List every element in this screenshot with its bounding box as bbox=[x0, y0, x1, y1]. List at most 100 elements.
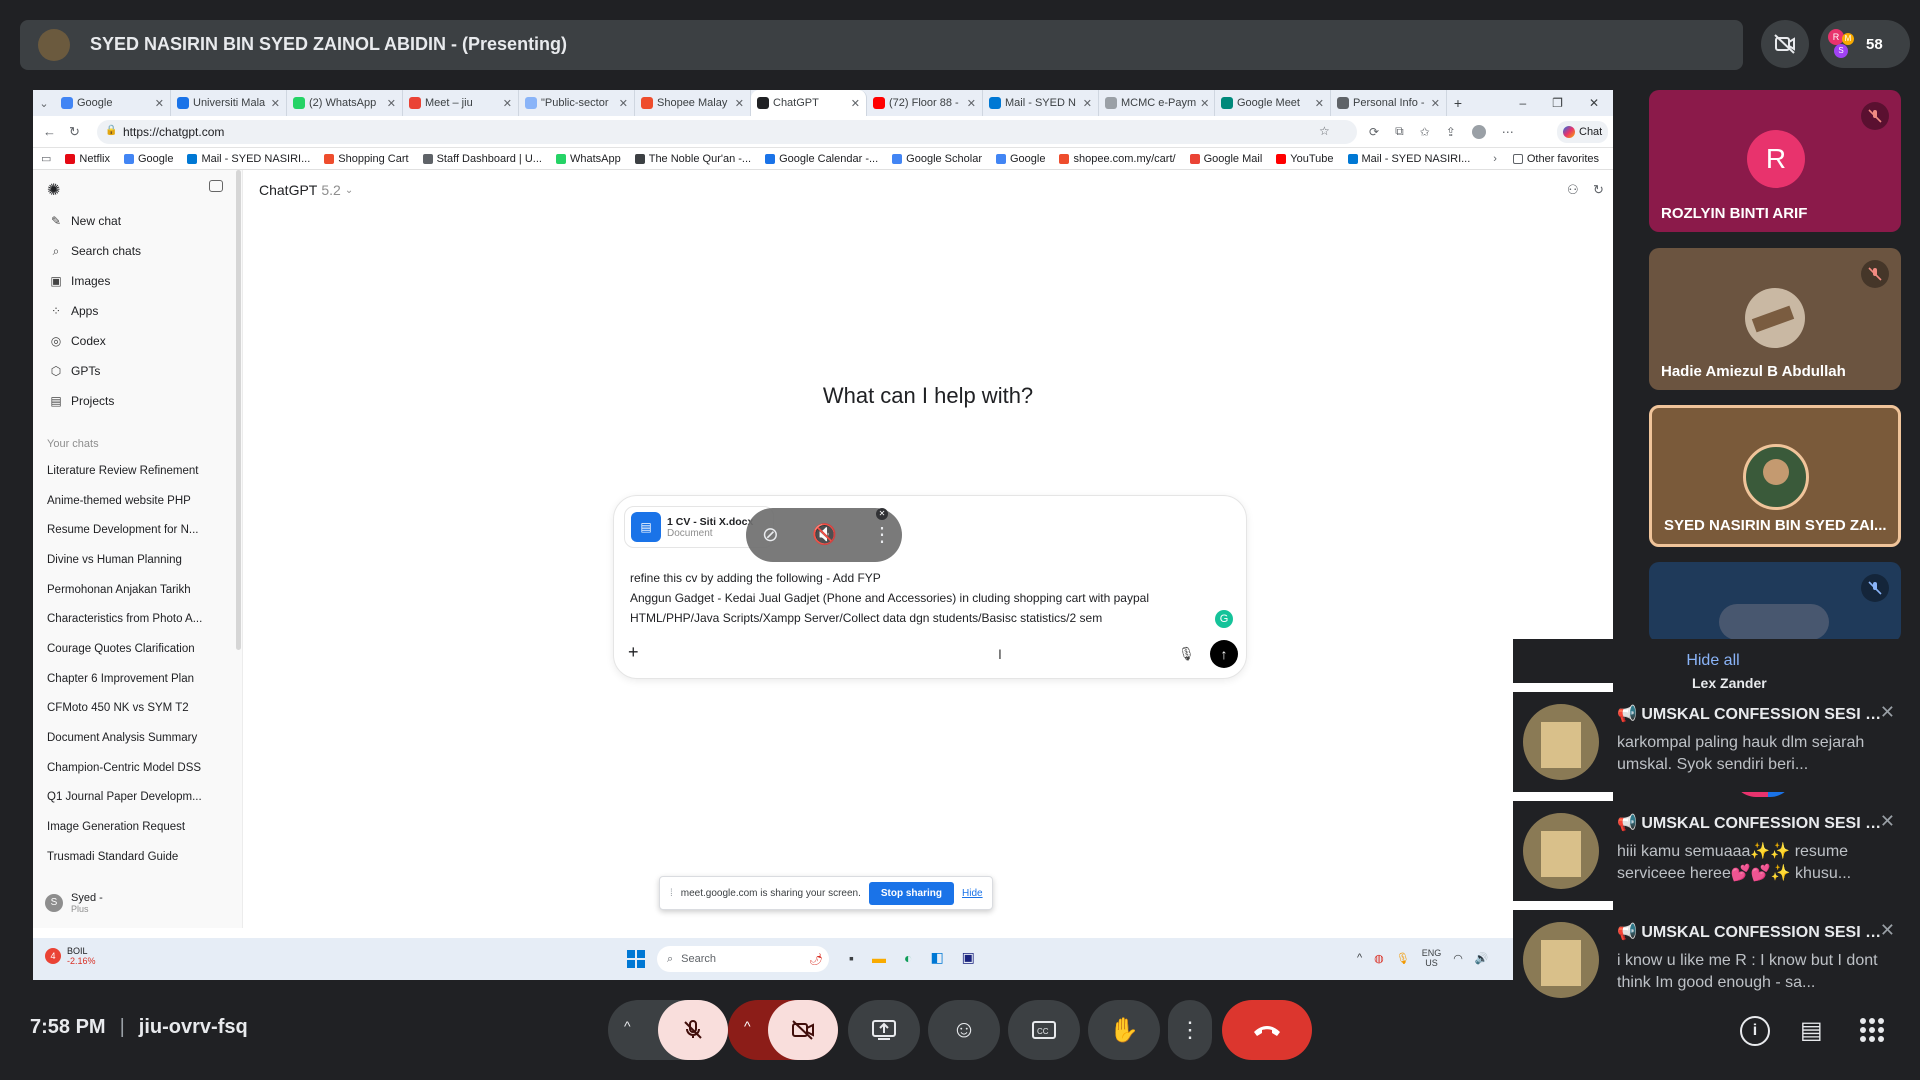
sidebar-nav-item[interactable]: ⬡ GPTs bbox=[33, 356, 233, 386]
browser-tab[interactable]: (2) WhatsApp ✕ bbox=[287, 90, 403, 116]
windows-start-icon[interactable] bbox=[627, 950, 645, 968]
edge-icon[interactable]: ◐ bbox=[904, 950, 912, 966]
app-icon[interactable]: ▣ bbox=[962, 949, 975, 966]
share-icon[interactable]: ⇪ bbox=[1446, 125, 1456, 139]
close-icon[interactable]: ✕ bbox=[1880, 920, 1895, 941]
participant-tile[interactable]: Hadie Amiezul B Abdullah bbox=[1649, 248, 1901, 390]
chat-history-item[interactable]: Permohonan Anjakan Tarikh bbox=[33, 575, 233, 605]
refresh-icon[interactable]: ↻ bbox=[1593, 182, 1604, 198]
chevron-up-icon[interactable]: ^ bbox=[624, 1018, 631, 1034]
bookmark-item[interactable]: Netflix bbox=[65, 153, 110, 165]
browser-tab[interactable]: Meet – jiu ✕ bbox=[403, 90, 519, 116]
grammarly-icon[interactable]: G bbox=[1215, 610, 1233, 628]
meeting-details-icon[interactable]: i bbox=[1740, 1016, 1770, 1046]
more-icon[interactable]: ⋯ bbox=[1502, 125, 1514, 139]
browser-tab[interactable]: Google Meet ✕ bbox=[1215, 90, 1331, 116]
bookmark-item[interactable]: Mail - SYED NASIRI... bbox=[187, 153, 310, 165]
close-tab-icon[interactable]: ✕ bbox=[851, 97, 860, 110]
activities-icon[interactable] bbox=[1860, 1018, 1884, 1042]
chat-icon[interactable]: ▤ bbox=[1800, 1016, 1823, 1045]
openai-logo-icon[interactable]: ✺ bbox=[47, 180, 60, 200]
chat-history-item[interactable]: Characteristics from Photo A... bbox=[33, 604, 233, 634]
close-tab-icon[interactable]: ✕ bbox=[619, 97, 628, 110]
security-icon[interactable]: ◍ bbox=[1374, 952, 1384, 965]
close-tab-icon[interactable]: ✕ bbox=[967, 97, 976, 110]
close-tab-icon[interactable]: ✕ bbox=[503, 97, 512, 110]
maximize-icon[interactable]: ❐ bbox=[1552, 96, 1563, 110]
chevron-up-icon[interactable]: ^ bbox=[744, 1018, 751, 1034]
favorites-icon[interactable]: ✩ bbox=[1420, 125, 1430, 139]
chat-history-item[interactable]: Divine vs Human Planning bbox=[33, 545, 233, 575]
bookmark-item[interactable]: Google Calendar -... bbox=[765, 153, 878, 165]
bookmark-item[interactable]: shopee.com.my/cart/ bbox=[1059, 153, 1176, 165]
unpin-icon[interactable]: ⊘ bbox=[762, 522, 779, 547]
close-tab-icon[interactable]: ✕ bbox=[1083, 97, 1092, 110]
close-tab-icon[interactable]: ✕ bbox=[271, 97, 280, 110]
chevron-right-icon[interactable]: › bbox=[1493, 153, 1497, 165]
participants-button[interactable]: R M S 58 bbox=[1820, 20, 1910, 68]
hide-link[interactable]: Hide bbox=[962, 888, 983, 899]
browser-tab[interactable]: MCMC e-Paym ✕ bbox=[1099, 90, 1215, 116]
microphone-icon[interactable]: 🎙 bbox=[1178, 646, 1195, 662]
more-options-icon[interactable]: ⋮ bbox=[872, 522, 892, 547]
stop-sharing-button[interactable]: Stop sharing bbox=[868, 881, 954, 905]
bookmark-item[interactable]: YouTube bbox=[1276, 153, 1334, 165]
browser-tab[interactable]: "Public-sector ✕ bbox=[519, 90, 635, 116]
chat-history-item[interactable]: Chapter 6 Improvement Plan bbox=[33, 664, 233, 694]
back-icon[interactable]: ← bbox=[43, 124, 56, 139]
bookmark-item[interactable]: Google bbox=[995, 153, 1045, 165]
sidebar-nav-item[interactable]: ⌕ Search chats bbox=[33, 236, 233, 266]
chat-history-item[interactable]: Champion-Centric Model DSS bbox=[33, 753, 233, 783]
chat-history-item[interactable]: Trusmadi Standard Guide bbox=[33, 842, 233, 872]
chat-history-item[interactable]: Q1 Journal Paper Developm... bbox=[33, 783, 233, 813]
favorite-star-icon[interactable]: ☆ bbox=[1319, 124, 1330, 138]
user-profile[interactable]: S Syed - Plus bbox=[45, 892, 103, 914]
close-tab-icon[interactable]: ✕ bbox=[155, 97, 164, 110]
sidebar-nav-item[interactable]: ▤ Projects bbox=[33, 386, 233, 416]
model-selector[interactable]: ChatGPT 5.2 ⌄ bbox=[259, 182, 353, 198]
chat-history-item[interactable]: Anime-themed website PHP bbox=[33, 486, 233, 516]
chat-history-item[interactable]: Resume Development for N... bbox=[33, 515, 233, 545]
taskbar-search[interactable]: ⌕ Search 🌶 bbox=[657, 946, 829, 972]
close-tab-icon[interactable]: ✕ bbox=[1200, 97, 1209, 110]
participant-tile[interactable] bbox=[1649, 562, 1901, 642]
close-icon[interactable]: ✕ bbox=[1880, 702, 1895, 723]
bookmark-tab-icon[interactable]: ▭ bbox=[41, 152, 51, 165]
browser-tab[interactable]: Personal Info - ✕ bbox=[1331, 90, 1447, 116]
camera-toggle-button[interactable] bbox=[768, 1000, 838, 1060]
chat-history-item[interactable]: CFMoto 450 NK vs SYM T2 bbox=[33, 694, 233, 724]
browser-tab[interactable]: Google ✕ bbox=[55, 90, 171, 116]
present-screen-button[interactable] bbox=[848, 1000, 920, 1060]
close-window-icon[interactable]: ✕ bbox=[1589, 96, 1599, 110]
wifi-icon[interactable]: ◠ bbox=[1453, 952, 1463, 965]
extensions-icon[interactable]: ⟳ bbox=[1369, 125, 1379, 139]
microphone-toggle-button[interactable] bbox=[658, 1000, 728, 1060]
chat-history-item[interactable]: Image Generation Request bbox=[33, 812, 233, 842]
profile-icon[interactable] bbox=[1471, 124, 1486, 139]
other-favorites[interactable]: Other favorites bbox=[1512, 153, 1599, 165]
reactions-button[interactable]: ☺ bbox=[928, 1000, 1000, 1060]
captions-button[interactable]: CC bbox=[1008, 1000, 1080, 1060]
sidebar-nav-item[interactable]: ⁘ Apps bbox=[33, 296, 233, 326]
bookmark-item[interactable]: Google bbox=[123, 153, 173, 165]
copilot-chat-button[interactable]: Chat bbox=[1557, 121, 1609, 143]
notification[interactable]: 📢 UMSKAL CONFESSION SESI 1... hiii kamu … bbox=[1513, 801, 1913, 901]
close-tab-icon[interactable]: ✕ bbox=[735, 97, 744, 110]
minimize-icon[interactable]: – bbox=[1519, 96, 1526, 110]
send-button[interactable]: ↑ bbox=[1210, 640, 1238, 668]
close-icon[interactable]: ✕ bbox=[876, 508, 888, 520]
split-screen-icon[interactable]: ⧉ bbox=[1395, 124, 1404, 139]
add-attachment-icon[interactable]: + bbox=[628, 642, 639, 663]
bookmark-item[interactable]: Staff Dashboard | U... bbox=[422, 153, 542, 165]
notification[interactable]: 📢 UMSKAL CONFESSION SESI 1... karkompal … bbox=[1513, 692, 1913, 792]
close-tab-icon[interactable]: ✕ bbox=[1315, 97, 1324, 110]
sidebar-scrollbar[interactable] bbox=[236, 170, 241, 650]
microphone-in-use-icon[interactable]: 🎙 bbox=[1396, 952, 1410, 965]
file-explorer-icon[interactable]: ▬ bbox=[872, 950, 886, 966]
sidebar-nav-item[interactable]: ▣ Images bbox=[33, 266, 233, 296]
language-indicator[interactable]: ENG US bbox=[1422, 948, 1442, 968]
more-options-button[interactable]: ⋮ bbox=[1168, 1000, 1212, 1060]
mute-audio-icon[interactable]: 🔇 bbox=[812, 522, 837, 547]
new-tab-icon[interactable]: + bbox=[1447, 95, 1469, 111]
chat-history-item[interactable]: Courage Quotes Clarification bbox=[33, 634, 233, 664]
